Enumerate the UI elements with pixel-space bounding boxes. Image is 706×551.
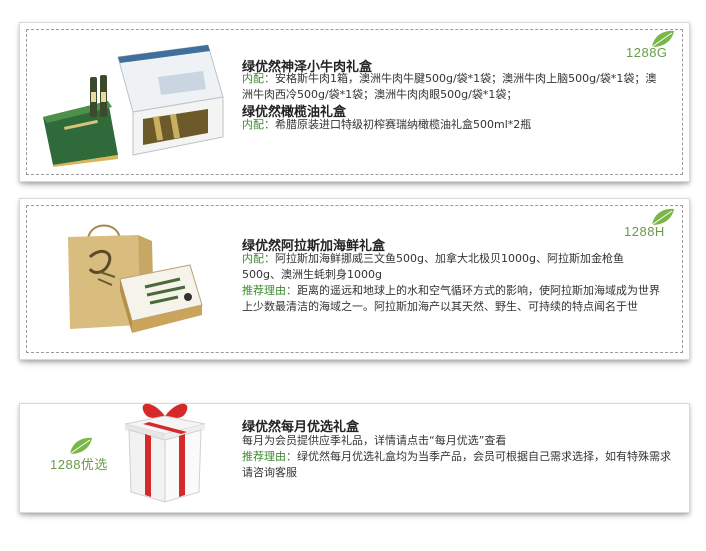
- product-intro: 每月为会员提供应季礼品，详情请点击“每月优选”查看: [242, 433, 672, 449]
- reason-text: 绿优然每月优选礼盒均为当季产品，会员可根据自己需求选择，如有特殊需求请咨询客服: [242, 450, 671, 479]
- contents-label: 内配：: [242, 252, 275, 265]
- product-reason: 推荐理由：绿优然每月优选礼盒均为当季产品，会员可根据自己需求选择，如有特殊需求请…: [242, 449, 672, 481]
- contents-label: 内配：: [242, 72, 275, 85]
- product-contents-secondary: 内配：希腊原装进口特级初榨赛瑞纳橄榄油礼盒500ml*2瓶: [242, 117, 660, 133]
- product-code: 1288优选: [50, 457, 108, 472]
- product-reason: 推荐理由：距离的遥远和地球上的水和空气循环方式的影响，使阿拉斯加海域成为世界上少…: [242, 283, 660, 315]
- product-code: 1288G: [626, 45, 668, 60]
- contents-text: 安格斯牛肉1箱，澳洲牛肉牛腱500g/袋*1袋；澳洲牛肉上脑500g/袋*1袋；…: [242, 72, 657, 101]
- reason-label: 推荐理由：: [242, 450, 297, 463]
- product-contents: 内配：阿拉斯加海鲜挪威三文鱼500g、加拿大北极贝1000g、阿拉斯加金枪鱼50…: [242, 251, 660, 283]
- contents-text: 阿拉斯加海鲜挪威三文鱼500g、加拿大北极贝1000g、阿拉斯加金枪鱼500g、…: [242, 252, 624, 281]
- contents-label: 内配：: [242, 118, 275, 131]
- product-contents: 内配：安格斯牛肉1箱，澳洲牛肉牛腱500g/袋*1袋；澳洲牛肉上脑500g/袋*…: [242, 71, 660, 103]
- product-code: 1288H: [624, 224, 665, 239]
- product-card-1288-monthly[interactable]: 1288优选 绿优然每月优选礼盒 每月为会员提供应季礼品，详情请点击“每月优选”…: [19, 403, 690, 513]
- intro-text: 每月为会员提供应季礼品，详情请点击“每月优选”查看: [242, 434, 507, 447]
- contents-text: 希腊原装进口特级初榨赛瑞纳橄榄油礼盒500ml*2瓶: [275, 118, 532, 131]
- product-card-1288g[interactable]: 绿优然神泽小牛肉礼盒 内配：安格斯牛肉1箱，澳洲牛肉牛腱500g/袋*1袋；澳洲…: [19, 22, 690, 182]
- beef-olive-gift-box-image: [43, 44, 224, 167]
- reason-text: 距离的遥远和地球上的水和空气循环方式的影响，使阿拉斯加海域成为世界上少数最清洁的…: [242, 284, 660, 313]
- reason-label: 推荐理由：: [242, 284, 297, 297]
- gift-box-image: [124, 403, 206, 503]
- product-card-1288h[interactable]: 绿优然阿拉斯加海鲜礼盒 内配：阿拉斯加海鲜挪威三文鱼500g、加拿大北极贝100…: [19, 198, 690, 360]
- seafood-gift-box-image: [68, 224, 203, 333]
- leaf-icon: [69, 437, 92, 455]
